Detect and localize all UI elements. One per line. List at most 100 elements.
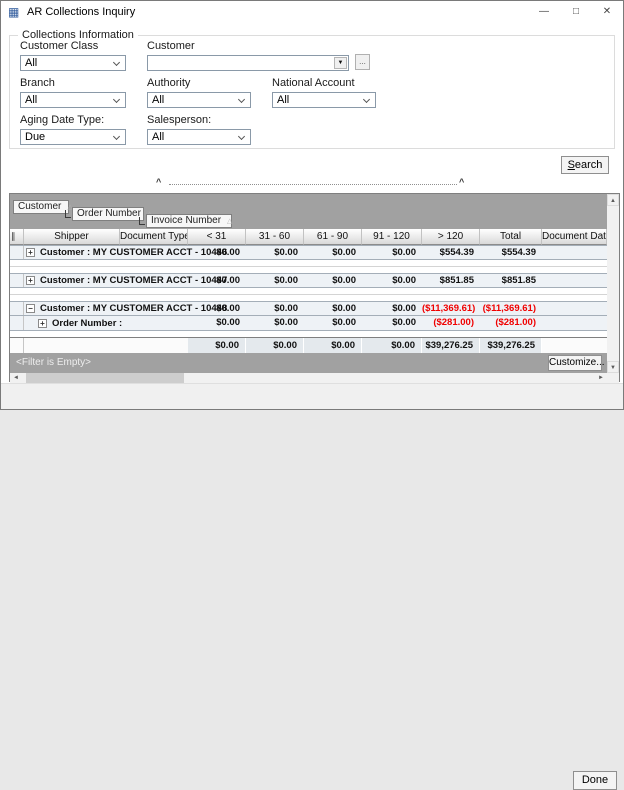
totals-row: $0.00$0.00$0.00$0.00$39,276.25$39,276.25 (10, 337, 607, 353)
vertical-scrollbar[interactable]: ▲ ▼ (607, 194, 619, 373)
column-header[interactable]: Document Date (542, 229, 607, 245)
amount-cell: $0.00 (304, 316, 362, 330)
amount-cell (542, 302, 607, 315)
amount-cell: $0.00 (362, 274, 422, 287)
amount-cell: $0.00 (246, 316, 304, 330)
group-connector (65, 210, 71, 218)
table-row[interactable]: −Customer : MY CUSTOMER ACCT - 10448$0.0… (10, 301, 607, 316)
sort-asc-icon: △ (227, 218, 232, 225)
column-header[interactable]: > 120 (422, 229, 480, 245)
ar-collections-inquiry-dialog: ▦ AR Collections Inquiry — □ ✕ Collectio… (0, 0, 624, 410)
national-account-label: National Account (272, 77, 376, 89)
branch-field: Branch All (20, 77, 126, 108)
chevron-down-icon (113, 96, 120, 103)
amount-cell: $0.00 (362, 338, 422, 353)
amount-cell: $0.00 (304, 246, 362, 259)
row-indicator (10, 274, 24, 287)
group-label: Order Number : (52, 318, 122, 329)
column-header[interactable]: Shipper (24, 229, 120, 245)
minimize-button[interactable]: — (529, 1, 559, 22)
maximize-button[interactable]: □ (561, 1, 591, 22)
scroll-left-icon[interactable]: ◄ (10, 373, 22, 383)
amount-cell: $39,276.25 (422, 338, 480, 353)
scroll-down-icon[interactable]: ▼ (607, 361, 619, 373)
column-header[interactable]: ∥ (10, 229, 24, 245)
splitter-collapse-icon[interactable]: ^ (459, 177, 464, 187)
group-label-cell: −Customer : MY CUSTOMER ACCT - 10448 (24, 302, 188, 315)
amount-cell: $0.00 (246, 302, 304, 315)
window-title: AR Collections Inquiry (27, 1, 135, 23)
amount-cell: $0.00 (362, 302, 422, 315)
customer-dropdown-icon[interactable]: ▼ (334, 57, 347, 69)
authority-field: Authority All (147, 77, 251, 108)
national-account-select[interactable]: All (272, 92, 376, 108)
amount-cell (542, 246, 607, 259)
amount-cell: $554.39 (480, 246, 542, 259)
scroll-up-icon[interactable]: ▲ (607, 194, 619, 206)
amount-cell: $0.00 (304, 302, 362, 315)
amount-cell: $0.00 (188, 302, 246, 315)
separator-row (10, 260, 607, 273)
customer-combo[interactable]: ▼ (147, 55, 349, 71)
amount-cell: $851.85 (422, 274, 480, 287)
splitter-handle[interactable] (169, 184, 457, 185)
table-row[interactable]: +Customer : MY CUSTOMER ACCT - 10446$0.0… (10, 245, 607, 260)
amount-cell: $0.00 (246, 338, 304, 353)
grid-rows: +Customer : MY CUSTOMER ACCT - 10446$0.0… (10, 245, 607, 353)
scrollbar-corner (607, 373, 619, 383)
group-tab-invoice-number[interactable]: Invoice Number△ (146, 214, 232, 228)
customer-class-select[interactable]: All (20, 55, 126, 71)
group-by-band[interactable]: Customer△ Order Number△ Invoice Number△ (10, 194, 607, 229)
group-tab-customer[interactable]: Customer△ (13, 200, 69, 214)
customer-label: Customer (147, 40, 349, 52)
salesperson-label: Salesperson: (147, 114, 251, 126)
horizontal-scroll-thumb[interactable] (26, 373, 184, 383)
amount-cell: ($11,369.61) (422, 302, 480, 315)
authority-label: Authority (147, 77, 251, 89)
authority-select[interactable]: All (147, 92, 251, 108)
expand-icon[interactable]: + (26, 276, 35, 285)
salesperson-select[interactable]: All (147, 129, 251, 145)
amount-cell: ($11,369.61) (480, 302, 542, 315)
amount-cell: $0.00 (246, 246, 304, 259)
column-header[interactable]: 91 - 120 (362, 229, 422, 245)
row-indicator (10, 246, 24, 259)
expand-icon[interactable]: + (38, 319, 47, 328)
column-header[interactable]: 31 - 60 (246, 229, 304, 245)
amount-cell: $0.00 (188, 338, 246, 353)
branch-select[interactable]: All (20, 92, 126, 108)
row-indicator (10, 316, 24, 330)
title-bar: ▦ AR Collections Inquiry — □ ✕ (1, 1, 623, 23)
chevron-down-icon (113, 133, 120, 140)
column-header[interactable]: Total (480, 229, 542, 245)
done-button[interactable]: Done (573, 771, 617, 790)
branch-label: Branch (20, 77, 126, 89)
amount-cell: ($281.00) (422, 316, 480, 330)
column-header[interactable]: Document Type (120, 229, 188, 245)
close-button[interactable]: ✕ (592, 1, 622, 22)
customer-browse-button[interactable]: ... (355, 54, 370, 70)
customize-button[interactable]: Customize... (548, 355, 602, 371)
splitter-collapse-icon[interactable]: ^ (156, 177, 161, 187)
expand-icon[interactable]: + (26, 248, 35, 257)
amount-cell (542, 316, 607, 330)
chevron-down-icon (363, 96, 370, 103)
amount-cell: $0.00 (304, 274, 362, 287)
collapse-icon[interactable]: − (26, 304, 35, 313)
collections-information-group: Collections Information Customer Class A… (9, 35, 615, 149)
column-header[interactable]: 61 - 90 (304, 229, 362, 245)
group-tab-order-number[interactable]: Order Number△ (72, 207, 144, 221)
filter-status: <Filter is Empty> (16, 353, 91, 373)
scroll-right-icon[interactable]: ► (595, 373, 607, 383)
amount-cell (542, 274, 607, 287)
column-header[interactable]: < 31 (188, 229, 246, 245)
group-label-cell: + Order Number : (24, 316, 188, 330)
amount-cell: $0.00 (362, 246, 422, 259)
app-icon: ▦ (8, 5, 19, 19)
table-row[interactable]: +Customer : MY CUSTOMER ACCT - 10447$0.0… (10, 273, 607, 288)
aging-date-type-select[interactable]: Due (20, 129, 126, 145)
horizontal-scrollbar[interactable]: ◄ ► (10, 373, 607, 383)
table-row[interactable]: +Order Number :$0.00$0.00$0.00$0.00($281… (10, 316, 607, 331)
group-label-cell (24, 338, 188, 353)
search-button[interactable]: Search (561, 156, 609, 174)
